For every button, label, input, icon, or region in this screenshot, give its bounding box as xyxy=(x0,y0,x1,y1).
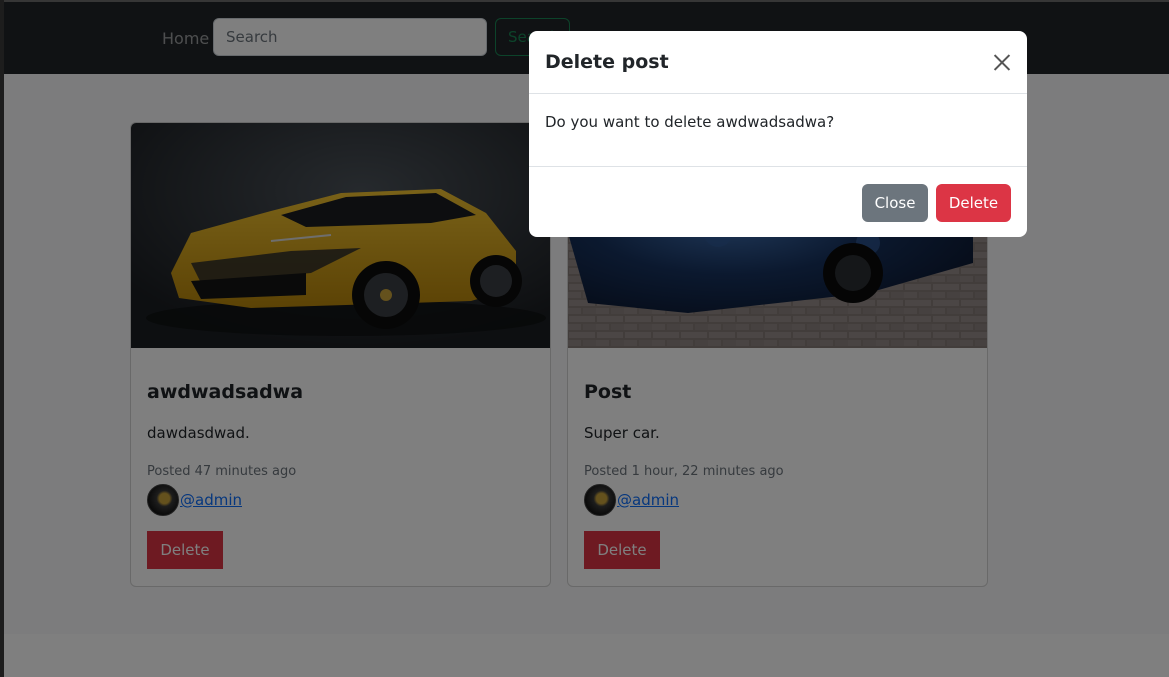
delete-post-modal: Delete post Do you want to delete awdwad… xyxy=(529,31,1027,237)
modal-message: Do you want to delete awdwadsadwa? xyxy=(545,113,835,131)
modal-header: Delete post xyxy=(529,31,1027,94)
modal-delete-button[interactable]: Delete xyxy=(936,184,1011,222)
modal-close-button[interactable]: Close xyxy=(862,184,928,222)
modal-title: Delete post xyxy=(545,51,669,73)
modal-footer: Close Delete xyxy=(529,166,1027,237)
close-icon[interactable] xyxy=(988,48,1016,76)
